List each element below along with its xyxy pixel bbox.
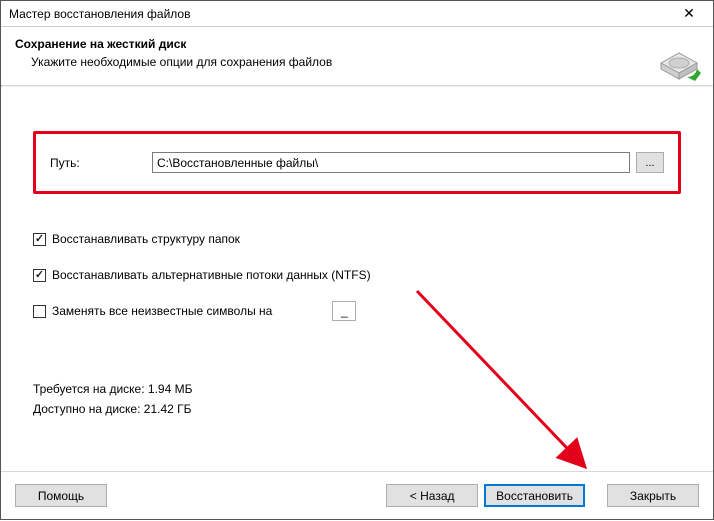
recover-button[interactable]: Восстановить [484,484,585,507]
header-title: Сохранение на жесткий диск [15,37,699,51]
button-bar: Помощь < Назад Восстановить Закрыть [1,471,713,519]
header-subtitle: Укажите необходимые опции для сохранения… [31,55,699,69]
required-space: Требуется на диске: 1.94 МБ [33,382,681,396]
option-label: Заменять все неизвестные символы на [52,304,272,318]
checkbox-icon[interactable] [33,269,46,282]
replacement-char-input[interactable] [332,301,356,321]
path-label: Путь: [50,156,146,170]
available-space: Доступно на диске: 21.42 ГБ [33,402,681,416]
wizard-window: Мастер восстановления файлов ✕ Сохранени… [0,0,714,520]
option-restore-ads[interactable]: Восстанавливать альтернативные потоки да… [33,266,681,284]
path-input[interactable] [152,152,630,173]
disk-stats: Требуется на диске: 1.94 МБ Доступно на … [33,382,681,416]
option-restore-structure[interactable]: Восстанавливать структуру папок [33,230,681,248]
window-title: Мастер восстановления файлов [9,7,190,21]
close-icon[interactable]: ✕ [671,3,707,25]
path-highlight-box: Путь: ... [33,131,681,194]
hard-disk-icon [657,39,701,83]
help-button[interactable]: Помощь [15,484,107,507]
content-area: Путь: ... Восстанавливать структуру папо… [1,87,713,471]
browse-button[interactable]: ... [636,152,664,173]
option-replace-unknown[interactable]: Заменять все неизвестные символы на [33,302,681,320]
options-group: Восстанавливать структуру папок Восстана… [33,230,681,320]
option-label: Восстанавливать структуру папок [52,232,240,246]
titlebar: Мастер восстановления файлов ✕ [1,1,713,27]
close-button[interactable]: Закрыть [607,484,699,507]
header: Сохранение на жесткий диск Укажите необх… [1,27,713,85]
back-button[interactable]: < Назад [386,484,478,507]
checkbox-icon[interactable] [33,305,46,318]
option-label: Восстанавливать альтернативные потоки да… [52,268,371,282]
checkbox-icon[interactable] [33,233,46,246]
